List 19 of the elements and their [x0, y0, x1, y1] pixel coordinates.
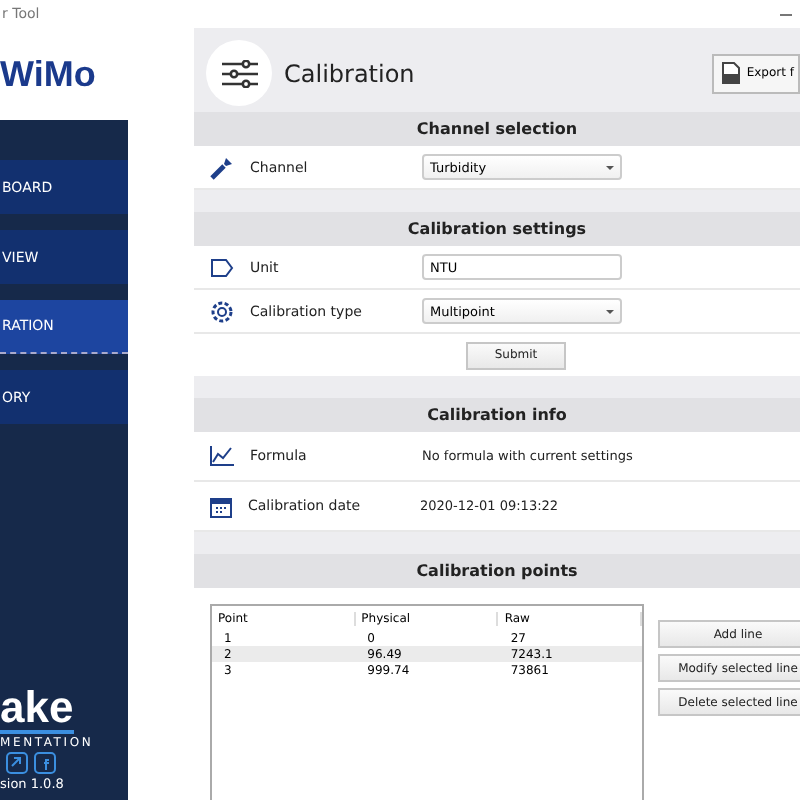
- probe-icon: [210, 155, 234, 179]
- panel-title: Calibration points: [416, 562, 578, 580]
- sliders-icon: [221, 59, 257, 87]
- tag-icon: [210, 257, 234, 277]
- calendar-icon: [210, 495, 232, 517]
- minimize-icon[interactable]: [780, 13, 792, 15]
- gear-icon: [210, 299, 234, 323]
- dropdown-arrow-icon: [606, 165, 614, 169]
- panel-title: Calibration info: [427, 406, 567, 424]
- panel-title: Channel selection: [416, 120, 578, 138]
- facebook-icon[interactable]: [34, 752, 56, 774]
- page-title: Calibration: [284, 59, 415, 87]
- logo-text: WiMo: [0, 53, 96, 95]
- brand-logo-text: ake: [0, 686, 74, 734]
- dropdown-arrow-icon: [606, 309, 614, 313]
- line-chart-icon: [210, 446, 234, 466]
- social-icon[interactable]: [6, 752, 28, 774]
- panel-title: Calibration settings: [407, 220, 587, 238]
- pdf-icon: [722, 62, 741, 84]
